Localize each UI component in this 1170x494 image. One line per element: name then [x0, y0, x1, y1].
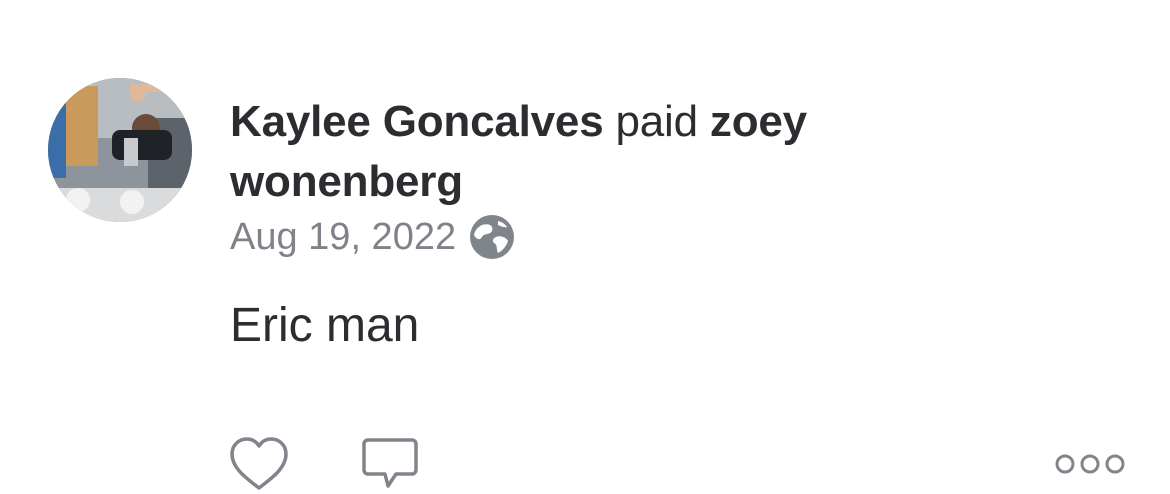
story-verb: paid	[615, 97, 699, 146]
avatar-photo	[48, 78, 192, 222]
story-text: Kaylee Goncalves paid zoey wonenberg	[230, 92, 990, 212]
feed-item: Kaylee Goncalves paid zoey wonenberg Aug…	[0, 0, 1170, 491]
payment-note: Eric man	[230, 299, 420, 352]
heart-icon[interactable]	[228, 434, 290, 494]
avatar[interactable]	[48, 78, 192, 222]
story-date: Aug 19, 2022	[230, 216, 457, 258]
globe-icon	[470, 215, 515, 259]
actor-name[interactable]: Kaylee Goncalves	[230, 97, 604, 146]
story-meta: Aug 19, 2022	[230, 212, 516, 262]
more-horizontal-icon[interactable]	[1052, 448, 1128, 480]
comment-icon[interactable]	[360, 434, 420, 494]
